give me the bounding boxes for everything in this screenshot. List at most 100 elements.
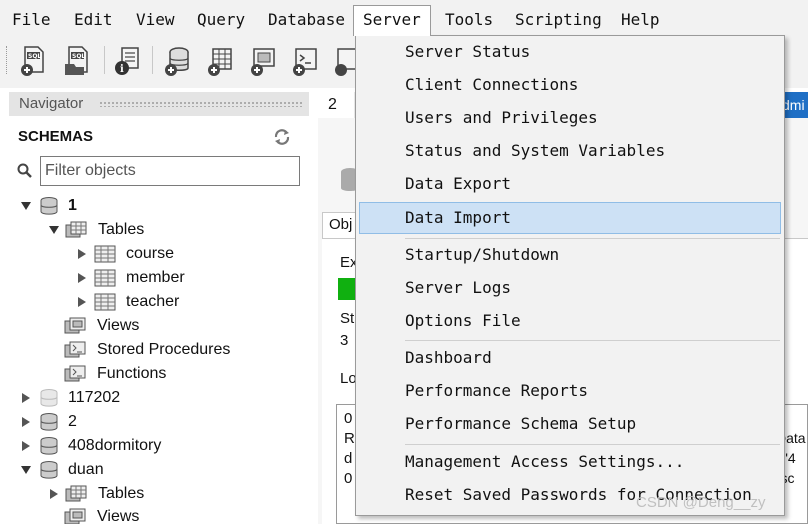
- chevron-right-icon[interactable]: [76, 272, 88, 284]
- new-sql-tab-icon[interactable]: SQL: [18, 44, 48, 78]
- menu-item-users-and-privileges[interactable]: Users and Privileges: [359, 102, 781, 134]
- menu-view[interactable]: View: [136, 9, 175, 31]
- database-icon: [40, 197, 58, 215]
- chevron-down-icon[interactable]: [20, 464, 32, 476]
- log-line: R: [344, 430, 355, 447]
- menu-item-server-logs[interactable]: Server Logs: [359, 272, 781, 304]
- database-icon: [40, 389, 58, 407]
- tree-label: member: [126, 269, 185, 286]
- watermark: CSDN @Deng__zy: [636, 494, 766, 511]
- tree-label: 2: [68, 413, 77, 430]
- menu-item-dashboard[interactable]: Dashboard: [359, 342, 781, 374]
- search-icon: [17, 163, 32, 178]
- tree-functions[interactable]: Functions: [64, 362, 294, 386]
- tree-duan-views[interactable]: Views: [64, 505, 294, 524]
- tree-duan-tables[interactable]: Tables: [46, 482, 296, 506]
- info-value: 3: [340, 332, 349, 349]
- chevron-right-icon[interactable]: [48, 488, 60, 500]
- tree-label: duan: [68, 461, 104, 478]
- table-icon: [94, 293, 116, 311]
- tree-label: Stored Procedures: [97, 341, 231, 358]
- menu-file[interactable]: File: [12, 9, 51, 31]
- refresh-icon[interactable]: [272, 128, 292, 146]
- tree-stored-procedures[interactable]: Stored Procedures: [64, 338, 294, 362]
- functions-folder-icon: [64, 365, 86, 382]
- tree-table-member[interactable]: member: [74, 266, 294, 290]
- menu-item-startup-shutdown[interactable]: Startup/Shutdown: [359, 239, 781, 271]
- views-folder-icon: [64, 317, 86, 334]
- create-table-icon[interactable]: [205, 44, 235, 78]
- log-line: 0: [344, 410, 353, 427]
- schemas-label: SCHEMAS: [18, 128, 94, 145]
- procedures-folder-icon: [64, 341, 86, 358]
- menu-query[interactable]: Query: [197, 9, 245, 31]
- navigator-header: Navigator: [9, 92, 309, 116]
- svg-text:i: i: [120, 64, 124, 75]
- tree-table-teacher[interactable]: teacher: [74, 290, 294, 314]
- tree-label: 1: [68, 197, 77, 214]
- chevron-right-icon[interactable]: [76, 248, 88, 260]
- table-icon: [94, 245, 116, 263]
- inspector-icon[interactable]: i: [112, 44, 142, 78]
- tree-label: Tables: [98, 485, 145, 502]
- tree-label: 408dormitory: [68, 437, 162, 454]
- menu-item-performance-reports[interactable]: Performance Reports: [359, 375, 781, 407]
- views-folder-icon: [64, 508, 86, 524]
- tree-schema-2[interactable]: 2: [18, 410, 298, 434]
- tree-schema-408dormitory[interactable]: 408dormitory: [18, 434, 298, 458]
- info-label: St: [340, 310, 355, 327]
- tree-label: course: [126, 245, 175, 262]
- menu-bar: File Edit View Query Database Server Too…: [0, 0, 808, 36]
- menu-database[interactable]: Database: [268, 9, 345, 31]
- toolbar-grip[interactable]: [6, 46, 9, 74]
- tables-folder-icon: [65, 485, 87, 502]
- menu-item-client-connections[interactable]: Client Connections: [359, 69, 781, 101]
- menu-separator: [405, 340, 780, 341]
- tab-2[interactable]: 2: [318, 92, 354, 118]
- menu-item-data-export[interactable]: Data Export: [359, 168, 781, 200]
- tree-label: Functions: [97, 365, 167, 382]
- tree-table-course[interactable]: course: [74, 242, 294, 266]
- menu-scripting[interactable]: Scripting: [515, 9, 602, 31]
- tree-label: Tables: [98, 221, 145, 238]
- toolbar-separator: [152, 46, 153, 74]
- chevron-right-icon[interactable]: [76, 296, 88, 308]
- tree-label: teacher: [126, 293, 180, 310]
- chevron-right-icon[interactable]: [20, 416, 32, 428]
- menu-server[interactable]: Server: [353, 5, 431, 36]
- create-schema-icon[interactable]: [162, 44, 192, 78]
- menu-help[interactable]: Help: [621, 9, 660, 31]
- tables-folder-icon: [65, 221, 87, 238]
- open-sql-script-icon[interactable]: SQL: [62, 44, 92, 78]
- chevron-down-icon[interactable]: [48, 224, 60, 236]
- menu-item-performance-schema-setup[interactable]: Performance Schema Setup: [359, 408, 781, 440]
- database-icon: [40, 413, 58, 431]
- filter-objects-input[interactable]: [40, 156, 300, 186]
- log-line: 0: [344, 470, 353, 487]
- menu-edit[interactable]: Edit: [74, 9, 113, 31]
- chevron-down-icon[interactable]: [20, 200, 32, 212]
- menu-item-data-import[interactable]: Data Import: [359, 202, 781, 234]
- table-icon: [94, 269, 116, 287]
- menu-item-options-file[interactable]: Options File: [359, 305, 781, 337]
- navigator-grip[interactable]: [99, 101, 303, 107]
- tree-schema-117202[interactable]: 117202: [18, 386, 298, 410]
- create-procedure-icon[interactable]: [290, 44, 320, 78]
- tree-schema-duan[interactable]: duan: [18, 458, 298, 482]
- log-line: d: [344, 450, 353, 467]
- menu-item-status-and-system-variables[interactable]: Status and System Variables: [359, 135, 781, 167]
- tree-label: Views: [97, 508, 140, 524]
- menu-item-management-access-settings[interactable]: Management Access Settings...: [359, 446, 781, 478]
- tree-tables[interactable]: Tables: [46, 218, 296, 242]
- menu-item-server-status[interactable]: Server Status: [359, 36, 781, 68]
- server-menu-dropdown: Server Status Client Connections Users a…: [355, 35, 785, 516]
- tree-views[interactable]: Views: [64, 314, 294, 338]
- navigator-title: Navigator: [19, 95, 84, 112]
- chevron-right-icon[interactable]: [20, 440, 32, 452]
- tree-schema-1[interactable]: 1: [18, 194, 298, 218]
- create-view-icon[interactable]: [248, 44, 278, 78]
- tree-label: 117202: [68, 389, 121, 406]
- svg-text:SQL: SQL: [28, 53, 41, 60]
- menu-tools[interactable]: Tools: [445, 9, 493, 31]
- chevron-right-icon[interactable]: [20, 392, 32, 404]
